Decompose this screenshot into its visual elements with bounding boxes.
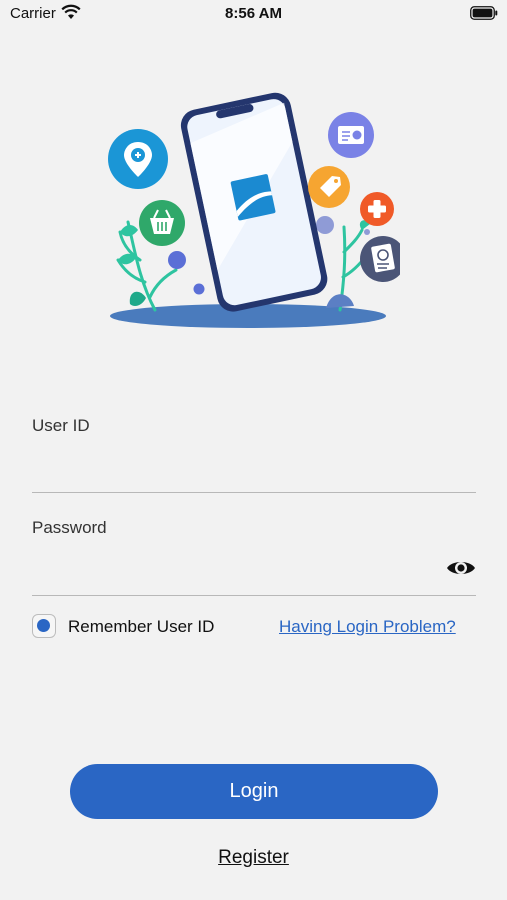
logo-icon bbox=[230, 174, 276, 221]
password-input[interactable] bbox=[32, 561, 432, 596]
clock: 8:56 AM bbox=[225, 5, 282, 22]
price-tag-icon bbox=[308, 166, 350, 208]
hero-illustration bbox=[108, 92, 400, 328]
receipt-icon bbox=[360, 236, 400, 282]
eye-icon[interactable] bbox=[446, 557, 476, 579]
remember-user-id-checkbox[interactable] bbox=[32, 614, 56, 638]
user-id-input[interactable] bbox=[32, 458, 476, 493]
status-bar: Carrier 8:56 AM bbox=[0, 0, 507, 28]
remember-user-id-label[interactable]: Remember User ID bbox=[68, 617, 214, 637]
register-link[interactable]: Register bbox=[218, 847, 289, 868]
basket-icon bbox=[139, 200, 185, 246]
register-row: Register bbox=[0, 847, 507, 869]
having-login-problem-link[interactable]: Having Login Problem? bbox=[279, 617, 456, 637]
medical-cross-icon bbox=[360, 192, 394, 226]
password-label: Password bbox=[32, 518, 107, 537]
checkbox-selected-dot bbox=[37, 619, 50, 632]
id-card-icon bbox=[328, 112, 374, 158]
map-pin-icon bbox=[108, 129, 168, 189]
login-button[interactable]: Login bbox=[70, 764, 438, 819]
password-underline bbox=[32, 595, 476, 596]
user-id-label: User ID bbox=[32, 416, 90, 435]
phone bbox=[180, 92, 328, 312]
battery-icon bbox=[470, 6, 498, 20]
